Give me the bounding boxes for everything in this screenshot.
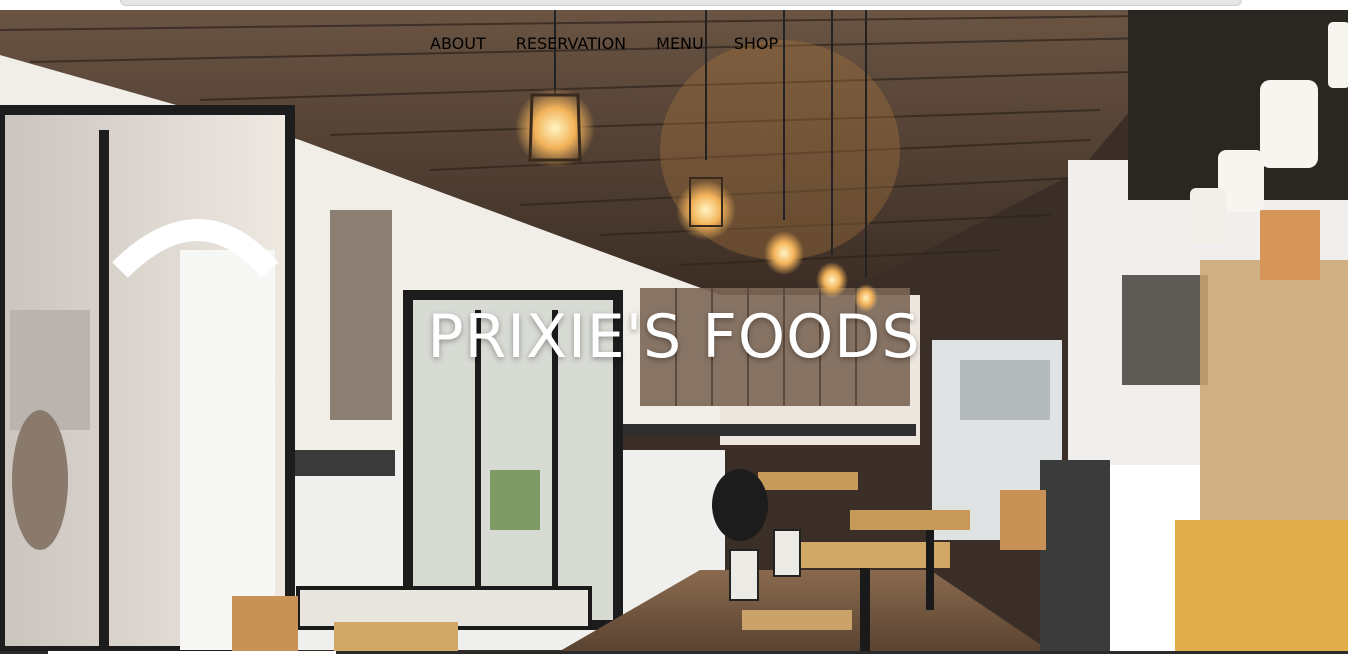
nav-link-reservation[interactable]: RESERVATION <box>516 34 626 53</box>
browser-scroll-strip <box>0 0 1348 10</box>
hero-title: PRIXIE'S FOODS <box>427 302 921 372</box>
hero-banner: ABOUT RESERVATION MENU SHOP PRIXIE'S FOO… <box>0 10 1348 651</box>
nav-link-about[interactable]: ABOUT <box>430 34 486 53</box>
horizontal-scrollbar[interactable] <box>120 0 1242 6</box>
nav-link-menu[interactable]: MENU <box>656 34 704 53</box>
nav-link-shop[interactable]: SHOP <box>734 34 778 53</box>
main-nav: ABOUT RESERVATION MENU SHOP <box>430 34 778 53</box>
